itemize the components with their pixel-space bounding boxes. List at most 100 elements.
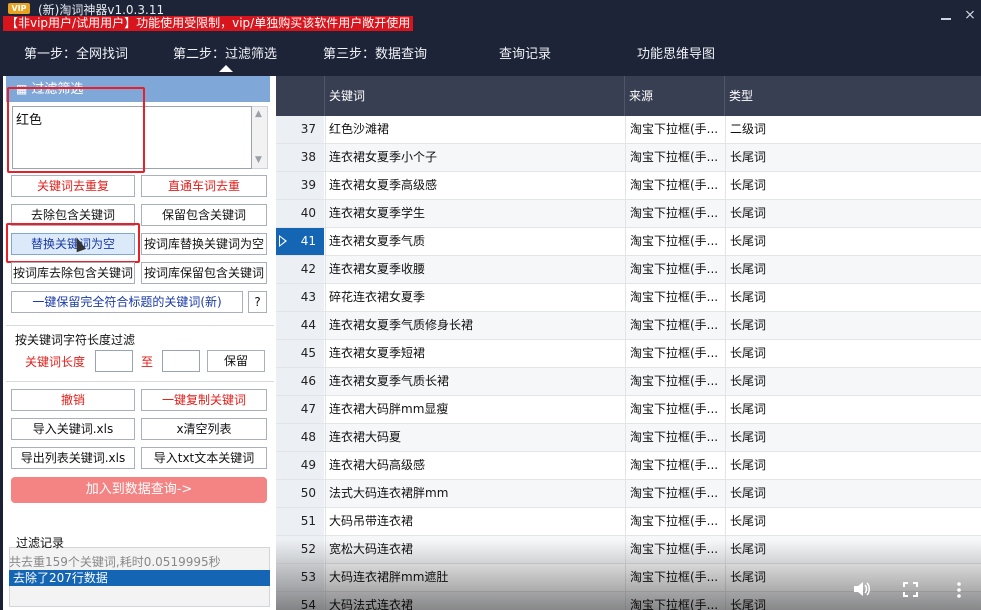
- keyword-textarea-scrollbar[interactable]: ▲ ▼: [252, 106, 268, 169]
- cell-type: 长尾词: [725, 200, 981, 227]
- cell-source: 淘宝下拉框(手...: [625, 480, 723, 507]
- table-row[interactable]: 45 连衣裙女夏季短裙 淘宝下拉框(手... 长尾词: [276, 340, 981, 368]
- table-row[interactable]: 51 大码吊带连衣裙 淘宝下拉框(手... 长尾词: [276, 508, 981, 536]
- fullscreen-icon[interactable]: [903, 582, 918, 601]
- length-filter-group-label: 按关键词字符长度过滤: [15, 333, 136, 347]
- column-header-source[interactable]: 来源: [624, 76, 724, 116]
- length-to-label: 至: [141, 355, 154, 369]
- keep-title-match-button[interactable]: 一键保留完全符合标题的关键词(新): [11, 291, 243, 313]
- cell-source-text: 淘宝下拉框(手...: [630, 234, 719, 248]
- nav-query-history[interactable]: 查询记录: [499, 43, 551, 62]
- cell-source-text: 淘宝下拉框(手...: [630, 122, 719, 136]
- row-number-text: 53: [300, 570, 316, 584]
- nav-step-1-search[interactable]: 第一步：全网找词: [24, 43, 128, 62]
- copy-keywords-button[interactable]: 一键复制关键词: [141, 389, 267, 411]
- keep-containing-button[interactable]: 保留包含关键词: [141, 204, 267, 226]
- filter-log-line: 共去重159个关键词,耗时0.0519995秒: [9, 555, 221, 569]
- cell-keyword-text: 连衣裙女夏季气质: [329, 234, 426, 248]
- table-row[interactable]: 52 宽松大码连衣裙 淘宝下拉框(手... 长尾词: [276, 536, 981, 564]
- close-icon[interactable]: ⨯: [963, 8, 977, 22]
- dedupe-button[interactable]: 关键词去重复: [11, 175, 135, 197]
- table-header: 关键词 来源 类型: [276, 76, 981, 116]
- cell-type: 长尾词: [725, 256, 981, 283]
- lib-remove-containing-button[interactable]: 按词库去除包含关键词: [11, 262, 135, 284]
- cell-source: 淘宝下拉框(手...: [625, 340, 723, 367]
- export-xls-button[interactable]: 导出列表关键词.xls: [11, 447, 135, 469]
- cell-keyword-text: 法式大码连衣裙胖mm: [329, 486, 449, 500]
- table-row[interactable]: 54 大码法式连衣裙 淘宝下拉框(手... 长尾词: [276, 592, 981, 610]
- table-row[interactable]: 37 红色沙滩裙 淘宝下拉框(手... 二级词: [276, 116, 981, 144]
- length-min-input[interactable]: [95, 350, 133, 372]
- row-number: 44: [276, 312, 324, 339]
- table-row[interactable]: 42 连衣裙女夏季收腰 淘宝下拉框(手... 长尾词: [276, 256, 981, 284]
- volume-icon[interactable]: [853, 581, 871, 601]
- table-row[interactable]: 41 连衣裙女夏季气质 淘宝下拉框(手... 长尾词: [276, 228, 981, 256]
- lib-keep-containing-button[interactable]: 按词库保留包含关键词: [141, 262, 267, 284]
- cell-type-text: 长尾词: [730, 402, 767, 416]
- row-selector-icon: [279, 235, 287, 247]
- table-row[interactable]: 38 连衣裙女夏季小个子 淘宝下拉框(手... 长尾词: [276, 144, 981, 172]
- table-row[interactable]: 50 法式大码连衣裙胖mm 淘宝下拉框(手... 长尾词: [276, 480, 981, 508]
- length-max-input[interactable]: [162, 350, 200, 372]
- row-number: 50: [276, 480, 324, 507]
- row-number: 48: [276, 424, 324, 451]
- column-header-keyword[interactable]: 关键词: [324, 76, 624, 116]
- cell-keyword: 宽松大码连衣裙: [325, 536, 623, 563]
- table-row[interactable]: 44 连衣裙女夏季气质修身长裙 淘宝下拉框(手... 长尾词: [276, 312, 981, 340]
- cell-type: 长尾词: [725, 284, 981, 311]
- cell-source: 淘宝下拉框(手...: [625, 396, 723, 423]
- import-txt-button[interactable]: 导入txt文本关键词: [141, 447, 267, 469]
- row-number: 39: [276, 172, 324, 199]
- help-button[interactable]: ?: [248, 291, 267, 313]
- table-row[interactable]: 49 连衣裙大码高级感 淘宝下拉框(手... 长尾词: [276, 452, 981, 480]
- cell-keyword-text: 连衣裙女夏季短裙: [329, 346, 426, 360]
- filter-log-line-selected: 去除了207行数据: [9, 570, 270, 586]
- cell-type: 长尾词: [725, 368, 981, 395]
- row-number: 54: [276, 592, 324, 610]
- cell-keyword: 大码法式连衣裙: [325, 592, 623, 610]
- cell-type: 长尾词: [725, 508, 981, 535]
- cell-source: 淘宝下拉框(手...: [625, 228, 723, 255]
- cell-source: 淘宝下拉框(手...: [625, 424, 723, 451]
- length-label: 关键词长度: [25, 355, 86, 369]
- nav-step-2-filter[interactable]: 第二步：过滤筛选: [173, 43, 277, 62]
- cell-source-text: 淘宝下拉框(手...: [630, 318, 719, 332]
- table-row[interactable]: 43 碎花连衣裙女夏季 淘宝下拉框(手... 长尾词: [276, 284, 981, 312]
- nav-step-3-query[interactable]: 第三步：数据查询: [323, 43, 427, 62]
- column-header-type[interactable]: 类型: [724, 76, 981, 116]
- cell-source-text: 淘宝下拉框(手...: [630, 542, 719, 556]
- nav-mind-map[interactable]: 功能思维导图: [637, 43, 715, 62]
- row-number-text: 46: [300, 374, 316, 388]
- minimize-icon[interactable]: [941, 12, 951, 20]
- cell-source-text: 淘宝下拉框(手...: [630, 262, 719, 276]
- cell-source-text: 淘宝下拉框(手...: [630, 206, 719, 220]
- through-train-dedupe-button[interactable]: 直通车词去重: [141, 175, 267, 197]
- clear-list-button[interactable]: x清空列表: [141, 418, 267, 440]
- table-row[interactable]: 53 大码连衣裙胖mm遮肚 淘宝下拉框(手... 长尾词: [276, 564, 981, 592]
- cell-source: 淘宝下拉框(手...: [625, 564, 723, 591]
- cell-keyword: 连衣裙女夏季学生: [325, 200, 623, 227]
- chevron-up-icon[interactable]: ▲: [255, 109, 262, 119]
- table-row[interactable]: 47 连衣裙大码胖mm显瘦 淘宝下拉框(手... 长尾词: [276, 396, 981, 424]
- length-keep-button[interactable]: 保留: [207, 350, 265, 372]
- table-row[interactable]: 48 连衣裙大码夏 淘宝下拉框(手... 长尾词: [276, 424, 981, 452]
- cell-keyword-text: 连衣裙女夏季高级感: [329, 178, 438, 192]
- cell-source: 淘宝下拉框(手...: [625, 452, 723, 479]
- filter-log-label: 过滤记录: [16, 536, 65, 550]
- row-number: 37: [276, 116, 324, 143]
- table-row[interactable]: 39 连衣裙女夏季高级感 淘宝下拉框(手... 长尾词: [276, 172, 981, 200]
- import-xls-button[interactable]: 导入关键词.xls: [11, 418, 135, 440]
- table-row[interactable]: 46 连衣裙女夏季气质长裙 淘宝下拉框(手... 长尾词: [276, 368, 981, 396]
- lib-replace-empty-button[interactable]: 按词库替换关键词为空: [141, 233, 267, 255]
- add-to-query-button[interactable]: 加入到数据查询->: [11, 477, 267, 503]
- table-row[interactable]: 40 连衣裙女夏季学生 淘宝下拉框(手... 长尾词: [276, 200, 981, 228]
- cell-keyword-text: 连衣裙大码高级感: [329, 458, 426, 472]
- row-number-text: 47: [300, 402, 316, 416]
- undo-button[interactable]: 撤销: [11, 389, 135, 411]
- cell-keyword-text: 连衣裙女夏季气质长裙: [329, 374, 450, 388]
- cell-type: 长尾词: [725, 144, 981, 171]
- more-vertical-icon[interactable]: [956, 582, 962, 602]
- chevron-down-icon[interactable]: ▼: [255, 155, 262, 165]
- row-number-text: 54: [300, 598, 316, 610]
- cell-keyword-text: 连衣裙女夏季收腰: [329, 262, 426, 276]
